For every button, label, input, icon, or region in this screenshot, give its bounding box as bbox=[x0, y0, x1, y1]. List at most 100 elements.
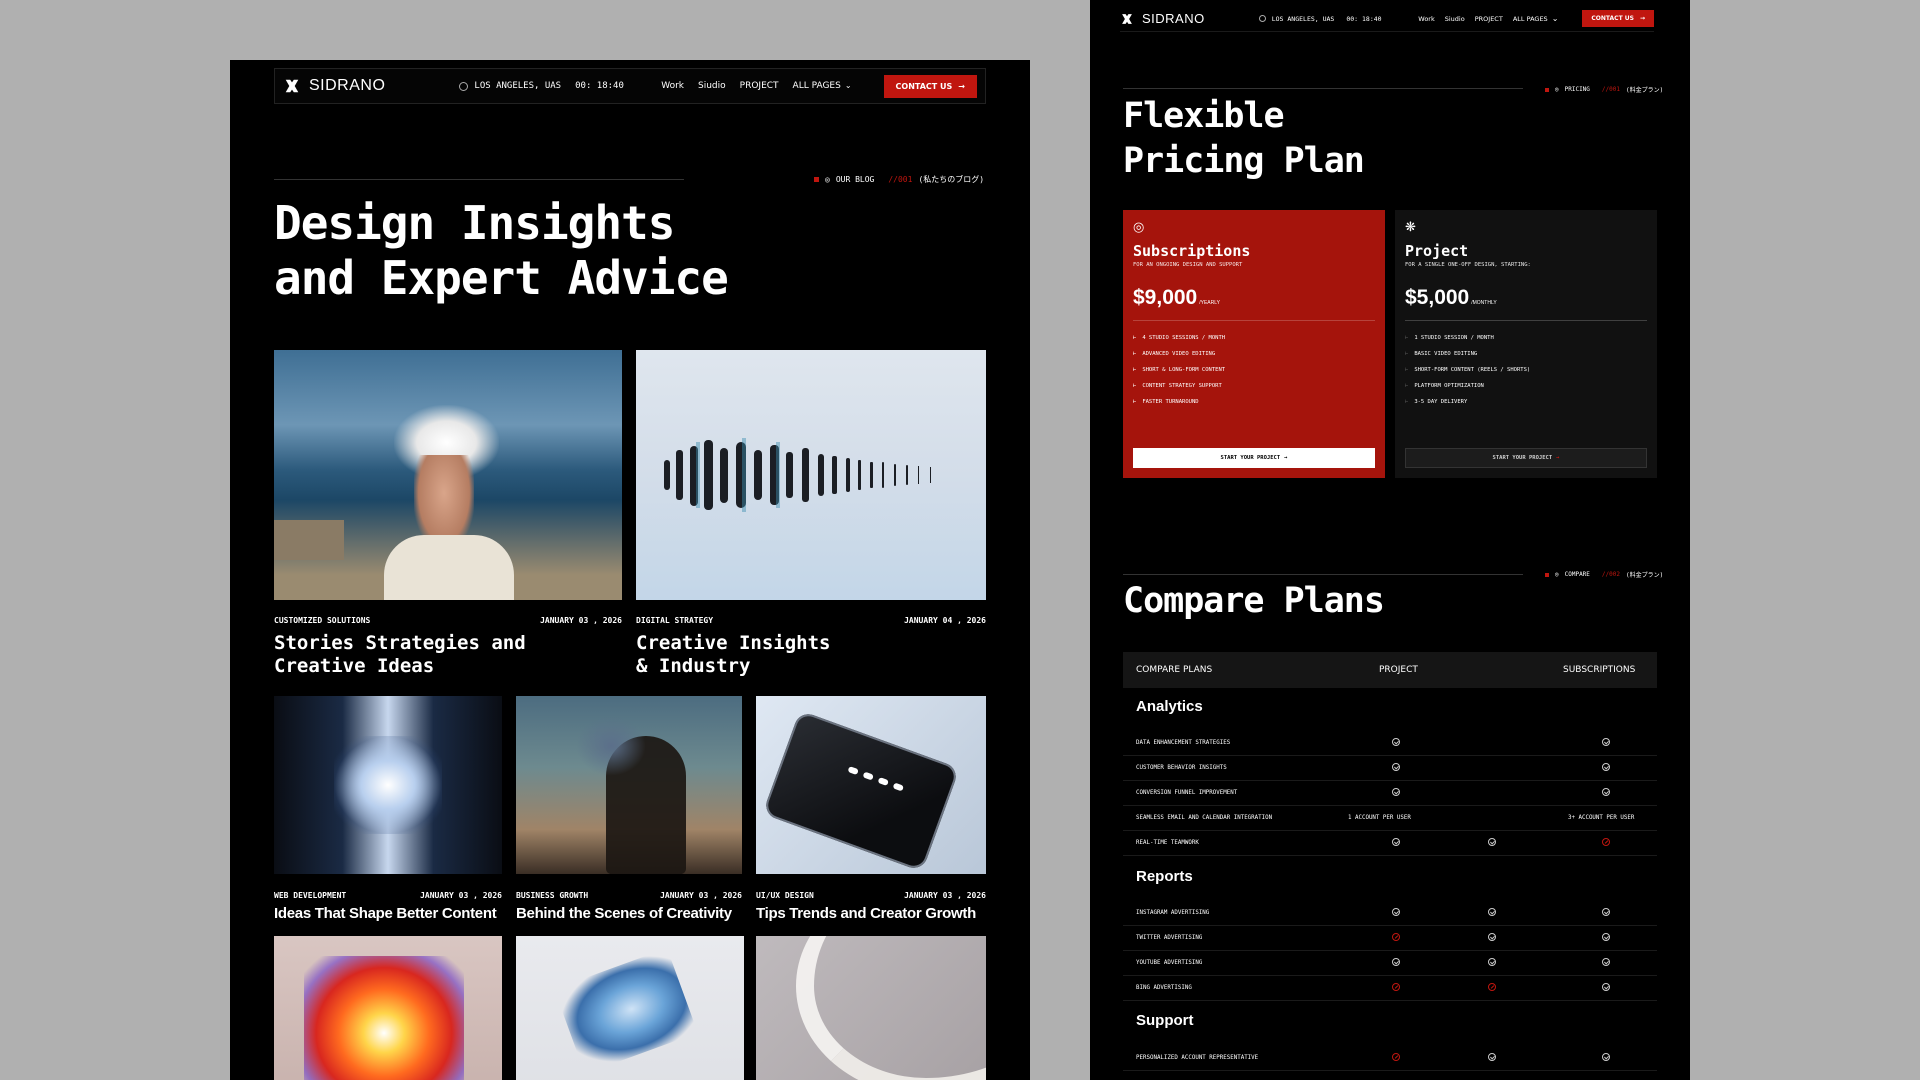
section-tag-jp: (料金プラン) bbox=[1625, 87, 1664, 94]
feature-label: 3-5 DAY DELIVERY bbox=[1414, 399, 1468, 405]
feature-bullet-icon: ⊢ bbox=[1405, 399, 1409, 405]
circle-dot-icon: ◎ bbox=[1555, 86, 1559, 93]
nav-link-studio[interactable]: Siudio bbox=[698, 81, 726, 91]
check-icon bbox=[1602, 738, 1610, 746]
red-square-icon bbox=[1545, 572, 1549, 577]
plan-features: ⊢ 1 STUDIO SESSION / MONTH ⊢ BASIC VIDEO E… bbox=[1405, 335, 1647, 405]
post-title[interactable]: Creative Insights & Industry bbox=[636, 632, 830, 678]
check-icon bbox=[1392, 763, 1400, 771]
compare-row-label: TWITTER ADVERTISING bbox=[1136, 935, 1203, 941]
post-title[interactable]: Behind the Scenes of Creativity bbox=[516, 905, 732, 922]
pricing-heading-line2: Pricing Plan bbox=[1123, 140, 1365, 181]
plan-card-project: ❋ Project FOR A SINGLE ONE-OFF DESIGN, S… bbox=[1395, 210, 1657, 478]
feature-item: ⊢ SHORT-FORM CONTENT (REELS / SHORTS) bbox=[1405, 367, 1647, 373]
post-title-line1: Stories Strategies and bbox=[274, 632, 526, 654]
check-icon bbox=[1488, 838, 1496, 846]
circle-dot-icon: ◎ bbox=[1555, 571, 1559, 578]
compare-row: SEAMLESS EMAIL AND CALENDAR INTEGRATION 1… bbox=[1123, 806, 1657, 831]
cross-icon bbox=[1602, 838, 1610, 846]
nav-link-all-pages[interactable]: ALL PAGES ⌄ bbox=[793, 81, 852, 91]
check-icon bbox=[1602, 763, 1610, 771]
post-date: JANUARY 03 , 2026 bbox=[660, 891, 742, 900]
post-image-jellyfish[interactable] bbox=[516, 936, 744, 1080]
compare-row-label: INSTAGRAM ADVERTISING bbox=[1136, 910, 1210, 916]
cross-icon bbox=[1392, 983, 1400, 991]
feature-label: PLATFORM OPTIMIZATION bbox=[1414, 383, 1484, 389]
compare-group-support: Support bbox=[1136, 1012, 1194, 1029]
nav-link-studio[interactable]: Siudio bbox=[1445, 15, 1465, 23]
nav-links: Work Siudio PROJECT ALL PAGES ⌄ CONTACT U… bbox=[1418, 10, 1654, 27]
post-title[interactable]: Tips Trends and Creator Growth bbox=[756, 905, 976, 922]
page-heading: Design Insights and Expert Advice bbox=[274, 196, 729, 306]
arrow-right-icon: → bbox=[958, 81, 965, 91]
globe-icon bbox=[1258, 15, 1266, 22]
compare-row: REAL-TIME TEAMWORK bbox=[1123, 831, 1657, 856]
section-tag-jp: (私たちのブログ) bbox=[918, 175, 985, 184]
compare-row: CUSTOMER BEHAVIOR INSIGHTS bbox=[1123, 756, 1657, 781]
brand-name: SIDRANO bbox=[1142, 11, 1205, 26]
pricing-heading-line1: Flexible bbox=[1123, 96, 1285, 136]
featured-image-face-clouds[interactable] bbox=[274, 350, 622, 600]
feature-label: CONTENT STRATEGY SUPPORT bbox=[1142, 383, 1222, 389]
feature-label: ADVANCED VIDEO EDITING bbox=[1142, 351, 1216, 357]
post-category[interactable]: BUSINESS GROWTH bbox=[516, 891, 588, 900]
location-time: LOS ANGELES, UAS 00: 18:40 bbox=[1258, 15, 1382, 23]
blog-page-panel: SIDRANO LOS ANGELES, UAS 00: 18:40 Work … bbox=[230, 60, 1030, 1080]
feature-bullet-icon: ⊢ bbox=[1405, 383, 1409, 389]
compare-row-label: BING ADVERTISING bbox=[1136, 985, 1192, 991]
nav-links: Work Siudio PROJECT ALL PAGES ⌄ CONTACT U… bbox=[661, 74, 977, 98]
post-image-sound-burst[interactable] bbox=[274, 696, 502, 874]
feature-bullet-icon: ⊢ bbox=[1405, 351, 1409, 357]
feature-label: SHORT-FORM CONTENT (REELS / SHORTS) bbox=[1414, 367, 1531, 373]
post-image-hooded-figure[interactable] bbox=[516, 696, 742, 874]
divider bbox=[1405, 320, 1647, 321]
nav-link-project[interactable]: PROJECT bbox=[1475, 15, 1503, 23]
post-category[interactable]: CUSTOMIZED SOLUTIONS bbox=[274, 616, 370, 625]
feature-label: SHORT & LONG-FORM CONTENT bbox=[1142, 367, 1226, 373]
check-icon bbox=[1392, 958, 1400, 966]
brand-logo[interactable]: SIDRANO bbox=[283, 77, 385, 95]
check-icon bbox=[1392, 838, 1400, 846]
nav-link-all-pages[interactable]: ALL PAGES ⌄ bbox=[1513, 14, 1559, 23]
contact-us-button[interactable]: CONTACT US → bbox=[883, 74, 977, 98]
contact-us-button[interactable]: CONTACT US → bbox=[1582, 10, 1654, 27]
compare-row: PERSONALIZED ACCOUNT REPRESENTATIVE bbox=[1123, 1046, 1657, 1071]
compare-row: BING ADVERTISING bbox=[1123, 976, 1657, 1001]
cross-icon bbox=[1392, 1053, 1400, 1061]
featured-image-soundwave[interactable] bbox=[636, 350, 986, 600]
post-title-line2: & Industry bbox=[636, 654, 751, 677]
post-image-color-blob[interactable] bbox=[274, 936, 502, 1080]
compare-row-label: PERSONALIZED ACCOUNT REPRESENTATIVE bbox=[1136, 1055, 1259, 1061]
section-tag-jp: (料金プラン) bbox=[1625, 572, 1664, 579]
nav-link-work[interactable]: Work bbox=[661, 81, 684, 91]
post-category[interactable]: DIGITAL STRATEGY bbox=[636, 616, 713, 625]
post-date: JANUARY 03 , 2026 bbox=[540, 616, 622, 625]
post-title[interactable]: Stories Strategies and Creative Ideas bbox=[274, 632, 526, 678]
contact-us-label: CONTACT US bbox=[895, 81, 953, 91]
post-date: JANUARY 03 , 2026 bbox=[420, 891, 502, 900]
section-tag-number: //002 bbox=[1601, 571, 1620, 578]
brand-logo[interactable]: SIDRANO bbox=[1120, 11, 1205, 26]
section-tag-compare: ◎ COMPARE //002 (料金プラン) bbox=[1545, 570, 1663, 579]
post-category[interactable]: WEB DEVELOPMENT bbox=[274, 891, 346, 900]
post-image-feather[interactable] bbox=[756, 936, 986, 1080]
post-title[interactable]: Ideas That Shape Better Content bbox=[274, 905, 497, 922]
compare-group-analytics: Analytics bbox=[1136, 698, 1203, 715]
red-square-icon bbox=[814, 177, 819, 182]
post-category[interactable]: UI/UX DESIGN bbox=[756, 891, 814, 900]
post-image-device[interactable] bbox=[756, 696, 986, 874]
compare-row-label: CONVERSION FUNNEL IMPROVEMENT bbox=[1136, 790, 1238, 796]
nav-all-pages-label: ALL PAGES bbox=[792, 81, 841, 91]
contact-us-label: CONTACT US bbox=[1591, 15, 1634, 22]
nav-link-work[interactable]: Work bbox=[1418, 15, 1434, 23]
start-project-button[interactable]: START YOUR PROJECT → bbox=[1133, 448, 1375, 468]
time-text: 00: 18:40 bbox=[575, 81, 624, 91]
check-icon bbox=[1488, 908, 1496, 916]
compare-row-label: DATA ENHANCEMENT STRATEGIES bbox=[1136, 740, 1231, 746]
start-project-button[interactable]: START YOUR PROJECT → bbox=[1405, 448, 1647, 468]
section-tag-number: //001 bbox=[1601, 86, 1620, 93]
compare-col-subscriptions: SUBSCRIPTIONS bbox=[1563, 665, 1636, 675]
nav-link-project[interactable]: PROJECT bbox=[740, 81, 779, 91]
globe-icon bbox=[459, 81, 469, 91]
feature-bullet-icon: ⊢ bbox=[1405, 335, 1409, 341]
